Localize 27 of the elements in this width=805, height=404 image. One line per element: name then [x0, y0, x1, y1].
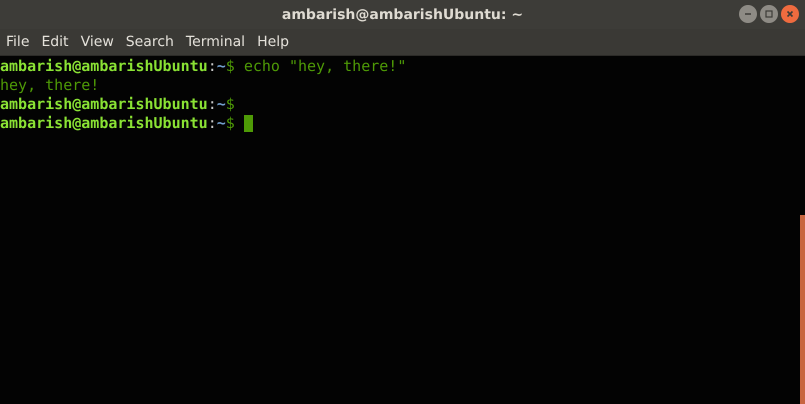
prompt-user: ambarish@ambarishUbuntu [0, 114, 208, 133]
prompt-sign: $ [226, 114, 235, 133]
menu-item[interactable]: Edit [35, 34, 75, 50]
menu-item[interactable]: Help [251, 34, 295, 50]
scrollbar[interactable] [800, 215, 805, 404]
minimize-button[interactable] [739, 5, 757, 23]
close-icon [785, 9, 795, 19]
menu-item[interactable]: View [74, 34, 120, 50]
command-text: echo "hey, there!" [244, 57, 406, 76]
maximize-button[interactable] [760, 5, 778, 23]
prompt-sign: $ [226, 57, 235, 76]
prompt-user: ambarish@ambarishUbuntu [0, 95, 208, 114]
menu-item[interactable]: Search [120, 34, 180, 50]
output-text: hey, there! [0, 76, 100, 95]
prompt-separator: : [208, 114, 217, 133]
prompt-sign: $ [226, 95, 235, 114]
prompt-path: ~ [216, 114, 226, 133]
square-icon [764, 9, 774, 19]
prompt-separator: : [208, 95, 217, 114]
menu-item[interactable]: Terminal [180, 34, 252, 50]
prompt-separator: : [208, 57, 217, 76]
prompt-path: ~ [216, 57, 226, 76]
prompt-user: ambarish@ambarishUbuntu [0, 57, 208, 76]
menu-item[interactable]: File [6, 34, 36, 50]
prompt-path: ~ [216, 95, 226, 114]
window-title: ambarish@ambarishUbuntu: ~ [282, 6, 524, 22]
close-button[interactable] [781, 5, 799, 23]
